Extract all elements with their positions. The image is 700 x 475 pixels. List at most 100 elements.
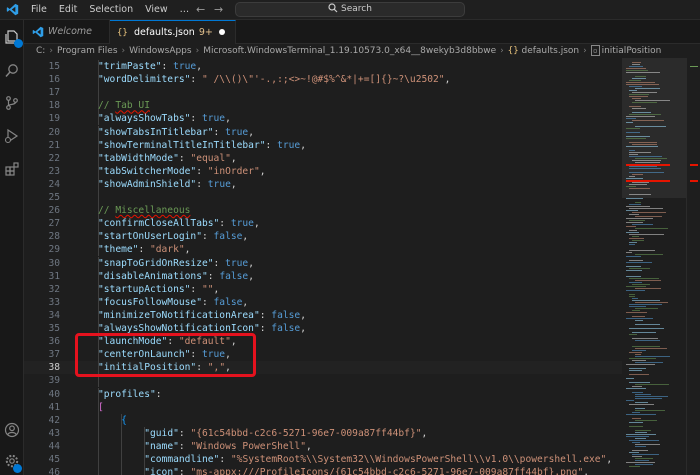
- minimap-line: [635, 396, 668, 397]
- menu-selection[interactable]: Selection: [83, 0, 139, 20]
- code-line[interactable]: 21 "showTerminalTitleInTitlebar": true,: [24, 138, 622, 152]
- line-number: 23: [48, 165, 60, 177]
- code-line[interactable]: 44 "name": "Windows PowerShell",: [24, 439, 622, 453]
- line-number: 46: [48, 467, 60, 475]
- unsaved-dot-icon[interactable]: [218, 29, 225, 35]
- code-line[interactable]: 30 "snapToGridOnResize": true,: [24, 256, 622, 270]
- code-line[interactable]: 15 "trimPaste": true,: [24, 60, 622, 73]
- line-number: 41: [48, 401, 60, 413]
- minimap-line: [629, 304, 662, 305]
- activity-bar: [0, 20, 24, 475]
- forward-arrow-icon[interactable]: →: [214, 2, 223, 18]
- line-number: 42: [48, 414, 60, 426]
- breadcrumb-file[interactable]: defaults.json: [522, 46, 580, 56]
- code-line[interactable]: 46 "icon": "ms-appx:///ProfileIcons/{61c5…: [24, 466, 622, 475]
- minimap[interactable]: [622, 58, 686, 475]
- minimap-line: [629, 96, 648, 97]
- menu-more[interactable]: …: [174, 0, 196, 20]
- code-editor[interactable]: 15 "trimPaste": true, 16 "wordDelimiters": …: [24, 58, 622, 475]
- tab-welcome[interactable]: Welcome: [24, 20, 110, 44]
- code-text: "snapToGridOnResize": true,: [98, 257, 254, 270]
- menu-view[interactable]: View: [139, 0, 174, 20]
- minimap-line: [632, 386, 642, 387]
- code-token: false: [271, 309, 301, 321]
- code-line[interactable]: 34 "minimizeToNotificationArea": false,: [24, 308, 622, 322]
- minimap-line: [629, 328, 664, 329]
- breadcrumb-item[interactable]: Microsoft.WindowsTerminal_1.19.10573.0_x…: [203, 46, 496, 56]
- code-token: ,: [300, 309, 306, 321]
- command-center-search[interactable]: Search: [235, 2, 465, 17]
- code-line[interactable]: 40 "profiles":: [24, 387, 622, 401]
- code-text: "commandline": "%SystemRoot%\\System32\\…: [144, 453, 612, 466]
- code-line[interactable]: 18 // Tab UI: [24, 99, 622, 113]
- tab-defaults-json[interactable]: {} defaults.json 9+: [110, 20, 236, 44]
- code-line[interactable]: 23 "tabSwitcherMode": "inOrder",: [24, 164, 622, 178]
- minimap-line: [632, 102, 657, 103]
- minimap-line: [629, 282, 642, 283]
- breadcrumb-item[interactable]: Program Files: [57, 46, 118, 56]
- breadcrumb-item[interactable]: WindowsApps: [129, 46, 191, 56]
- code-line[interactable]: 43 "guid": "{61c54bbd-c2c6-5271-96e7-009a…: [24, 426, 622, 440]
- code-token: :: [265, 139, 278, 151]
- code-line[interactable]: 22 "tabWidthMode": "equal",: [24, 151, 622, 165]
- extensions-icon[interactable]: [4, 161, 20, 177]
- code-line[interactable]: 41 [: [24, 400, 622, 414]
- minimap-line: [629, 230, 637, 231]
- code-line[interactable]: 25: [24, 191, 622, 204]
- minimap-line: [629, 234, 664, 235]
- code-token: ,: [242, 296, 249, 308]
- line-number: 45: [48, 454, 60, 465]
- vertical-scrollbar[interactable]: [686, 58, 700, 475]
- manage-badge: [13, 464, 22, 473]
- code-token: :: [207, 270, 220, 282]
- run-debug-icon[interactable]: [4, 128, 20, 144]
- code-line[interactable]: 16 "wordDelimiters": " /\\()\"'-.,:;<>~!@…: [24, 73, 622, 87]
- minimap-line: [632, 450, 648, 451]
- code-line[interactable]: 33 "focusFollowMouse": false,: [24, 295, 622, 309]
- code-token: :: [190, 74, 202, 86]
- minimap-line: [629, 114, 661, 115]
- back-arrow-icon[interactable]: ←: [196, 2, 205, 18]
- code-line[interactable]: 17: [24, 86, 622, 100]
- minimap-line: [629, 244, 635, 245]
- minimap-line: [629, 404, 654, 405]
- minimap-line: [626, 136, 650, 137]
- code-line[interactable]: 31 "disableAnimations": false,: [24, 269, 622, 283]
- code-text: {: [121, 414, 127, 427]
- code-text: "startOnUserLogin": false,: [98, 230, 248, 243]
- breadcrumb-item[interactable]: C:: [36, 46, 45, 56]
- account-icon[interactable]: [4, 422, 20, 438]
- code-token: ,: [444, 74, 451, 86]
- code-line[interactable]: 27 "confirmCloseAllTabs": true,: [24, 217, 622, 231]
- code-line[interactable]: 20 "showTabsInTitlebar": true,: [24, 125, 622, 139]
- code-token: "name": [144, 440, 179, 452]
- json-braces-icon: {}: [117, 28, 128, 38]
- menu-file[interactable]: File: [25, 0, 53, 20]
- line-number: 39: [48, 375, 60, 387]
- code-line[interactable]: 28 "startOnUserLogin": false,: [24, 230, 622, 244]
- line-number: 17: [48, 87, 60, 99]
- code-line[interactable]: 42 {: [24, 413, 622, 427]
- code-token: "snapToGridOnResize": [98, 257, 214, 269]
- minimap-line: [626, 414, 656, 415]
- breadcrumb-symbol[interactable]: initialPosition: [602, 46, 662, 56]
- source-control-icon[interactable]: [4, 95, 20, 111]
- code-token: "{61c54bbd-c2c6-5271-96e7-009a87ff44bf}": [190, 427, 422, 439]
- code-token: "commandline": [144, 454, 220, 465]
- search-icon[interactable]: [4, 63, 20, 79]
- code-line[interactable]: 45 "commandline": "%SystemRoot%\\System32…: [24, 453, 622, 466]
- code-line[interactable]: 24 "showAdminShield": true,: [24, 177, 622, 191]
- menu-edit[interactable]: Edit: [53, 0, 83, 20]
- code-token: true: [277, 139, 301, 151]
- code-line[interactable]: 29 "theme": "dark",: [24, 243, 622, 257]
- minimap-line: [629, 220, 645, 221]
- code-token: "%SystemRoot%\\System32\\WindowsPowerShe…: [230, 454, 607, 465]
- code-line[interactable]: 32 "startupActions": "",: [24, 282, 622, 296]
- minimap-line: [626, 138, 646, 139]
- minimap-line: [635, 348, 667, 349]
- code-token: ,: [606, 454, 613, 465]
- code-token: ,: [184, 244, 191, 256]
- minimap-line: [632, 284, 650, 285]
- code-line[interactable]: 26 // Miscellaneous: [24, 204, 622, 218]
- code-line[interactable]: 19 "alwaysShowTabs": true,: [24, 112, 622, 126]
